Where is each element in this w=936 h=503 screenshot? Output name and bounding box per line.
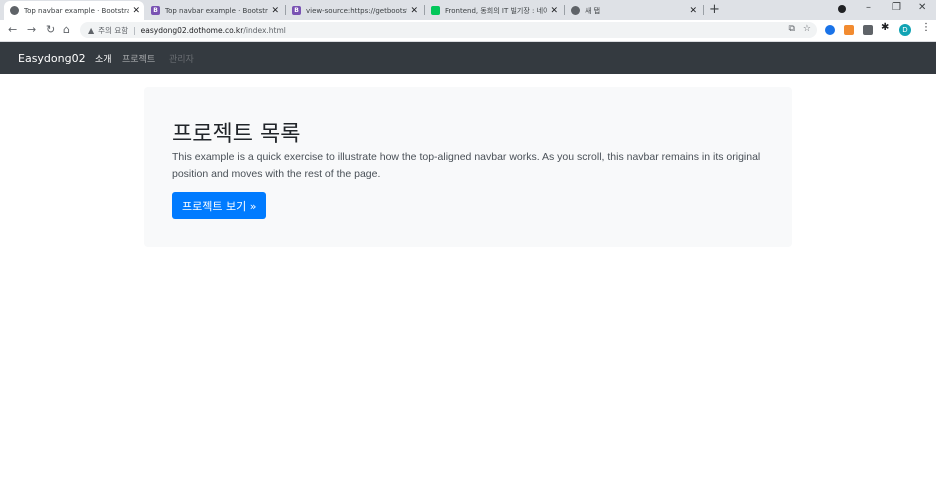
puzzle-icon[interactable]: ✱: [881, 22, 889, 33]
chrome-icon: [571, 6, 580, 15]
close-icon[interactable]: ✕: [689, 6, 697, 16]
bootstrap-icon: B: [292, 6, 301, 15]
browser-tab-5[interactable]: 새 탭 ✕: [565, 1, 701, 20]
tab-title: Top navbar example · Bootstrap: [24, 6, 130, 15]
lead-text: This example is a quick exercise to illu…: [172, 151, 761, 180]
tab-title: Frontend, 동희의 IT 빌기장 : 네이: [445, 6, 548, 15]
minimize-icon[interactable]: –: [866, 2, 871, 13]
nav-link-projects[interactable]: 프로젝트: [122, 52, 155, 65]
close-icon[interactable]: ✕: [410, 6, 418, 16]
address-divider: |: [133, 25, 136, 35]
address-bar[interactable]: ▲ 주의 요함 | easydong02.dothome.co.kr/index…: [80, 22, 817, 38]
nav-link-intro[interactable]: 소개: [95, 52, 112, 65]
browser-tab-4[interactable]: Frontend, 동희의 IT 빌기장 : 네이 ✕: [425, 1, 562, 20]
browser-tab-1[interactable]: Top navbar example · Bootstrap ✕: [4, 1, 144, 20]
tab-title: 새 탭: [585, 6, 601, 15]
menu-icon[interactable]: ⋮: [921, 22, 931, 33]
extension-icon[interactable]: [825, 25, 835, 35]
warning-icon[interactable]: ▲: [88, 26, 94, 35]
extension-icon[interactable]: [863, 25, 873, 35]
bootstrap-icon: B: [151, 6, 160, 15]
close-icon[interactable]: ✕: [271, 6, 279, 16]
close-icon[interactable]: ✕: [550, 6, 558, 16]
restore-icon[interactable]: ❐: [892, 2, 901, 13]
translate-icon[interactable]: ⧉: [788, 24, 794, 34]
window-close-icon[interactable]: ✕: [918, 2, 926, 13]
browser-tab-3[interactable]: B view-source:https://getbootstrap.c ✕: [286, 1, 422, 20]
home-icon[interactable]: ⌂: [63, 23, 70, 36]
bookmark-star-icon[interactable]: ☆: [803, 24, 811, 34]
tab-search-icon[interactable]: [838, 5, 846, 13]
security-label[interactable]: 주의 요함: [98, 25, 128, 36]
page-title: 프로젝트 목록: [172, 122, 301, 147]
reload-icon[interactable]: ↻: [46, 23, 55, 36]
close-icon[interactable]: ✕: [132, 6, 140, 16]
tab-title: view-source:https://getbootstrap.c: [306, 6, 407, 15]
tab-title: Top navbar example · Bootstrap: [165, 6, 269, 15]
browser-tab-strip: Top navbar example · Bootstrap ✕ B Top n…: [0, 0, 936, 20]
naver-icon: [431, 6, 440, 15]
profile-avatar[interactable]: D: [899, 24, 911, 36]
forward-icon[interactable]: →: [27, 23, 36, 36]
globe-icon: [10, 6, 19, 15]
view-projects-button[interactable]: 프로젝트 보기 »: [172, 192, 267, 219]
url-host[interactable]: easydong02.dothome.co.kr: [141, 26, 244, 35]
nav-link-admin: 관리자: [169, 55, 194, 65]
extension-icon[interactable]: [844, 25, 854, 35]
site-navbar: Easydong02 소개 프로젝트 관리자: [0, 42, 936, 74]
navbar-brand[interactable]: Easydong02: [18, 52, 86, 65]
browser-toolbar: ← → ↻ ⌂ ▲ 주의 요함 | easydong02.dothome.co.…: [0, 20, 936, 42]
back-icon[interactable]: ←: [8, 23, 17, 36]
jumbotron: 프로젝트 목록 This example is a quick exercise…: [144, 87, 792, 247]
new-tab-button[interactable]: +: [709, 2, 720, 17]
browser-tab-2[interactable]: B Top navbar example · Bootstrap ✕: [145, 1, 283, 20]
tab-separator: [703, 5, 704, 15]
url-path[interactable]: /index.html: [243, 26, 286, 35]
